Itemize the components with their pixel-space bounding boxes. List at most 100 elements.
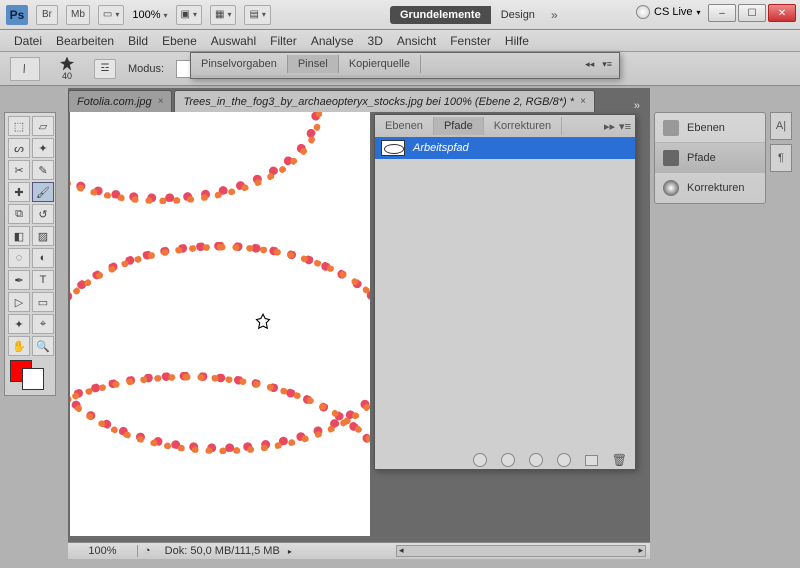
tab-kopierquelle[interactable]: Kopierquelle (339, 55, 421, 73)
new-path-icon[interactable] (585, 455, 598, 466)
doc-tabs-more[interactable]: » (624, 100, 650, 112)
delete-path-icon[interactable]: 🗑 (612, 453, 627, 467)
tool-preset-picker[interactable]: ⁄ (10, 57, 40, 81)
menu-ebene[interactable]: Ebene (162, 34, 197, 48)
dock-korrekturen[interactable]: Korrekturen (655, 173, 765, 203)
brush-shape-icon (60, 57, 74, 71)
tab-pinsel[interactable]: Pinsel (288, 55, 339, 73)
dock-label: Korrekturen (687, 182, 744, 194)
healing-tool[interactable]: ✚ (8, 182, 30, 202)
doc-tab-trees[interactable]: Trees_in_the_fog3_by_archaeopteryx_stock… (174, 90, 594, 112)
workspace-design[interactable]: Design (491, 6, 545, 24)
menu-ansicht[interactable]: Ansicht (397, 34, 436, 48)
history-brush-tool[interactable]: ↺ (32, 204, 54, 224)
maximize-button[interactable]: ☐ (738, 4, 766, 22)
lasso-tool[interactable]: ᔕ (8, 138, 30, 158)
paths-icon (663, 150, 679, 166)
document-size-label: Dok: 50,0 MB/111,5 MB (151, 545, 280, 557)
eyedropper-tool[interactable]: ✎ (32, 160, 54, 180)
eraser-tool[interactable]: ◧ (8, 226, 30, 246)
marquee-tool[interactable]: ▱ (32, 116, 54, 136)
menu-filter[interactable]: Filter (270, 34, 297, 48)
dodge-tool[interactable]: ◐ (32, 248, 54, 268)
tab-pinselvorgaben[interactable]: Pinselvorgaben (191, 55, 288, 73)
close-icon[interactable]: × (158, 96, 164, 107)
dock-label: Ebenen (687, 122, 725, 134)
dock-character-button[interactable]: A| (770, 112, 792, 140)
panel-menu-icon[interactable]: ▾≡ (599, 59, 615, 70)
artwork-garland (70, 112, 322, 204)
menu-bearbeiten[interactable]: Bearbeiten (56, 34, 114, 48)
path-select-tool[interactable]: ▷ (8, 292, 30, 312)
dock-paragraph-button[interactable]: ¶ (770, 144, 792, 172)
minibridge-button[interactable]: Mb (66, 5, 90, 25)
layout-dropdown[interactable]: ▭ (98, 5, 124, 25)
doc-tab-fotolia[interactable]: Fotolia.com.jpg× (68, 90, 172, 112)
selection-from-path-icon[interactable] (529, 453, 543, 467)
gradient-tool[interactable]: ▨ (32, 226, 54, 246)
menu-datei[interactable]: Datei (14, 34, 42, 48)
menubar: Datei Bearbeiten Bild Ebene Auswahl Filt… (0, 30, 800, 52)
workspace-grundelemente[interactable]: Grundelemente (390, 6, 491, 24)
path-row-arbeitspfad[interactable]: Arbeitspfad (375, 137, 635, 159)
path-from-selection-icon[interactable] (557, 453, 571, 467)
paths-panel: Ebenen Pfade Korrekturen ▸▸ ▾≡ Arbeitspfa… (374, 114, 636, 470)
pen-tool[interactable]: ✒ (8, 270, 30, 290)
status-menu-icon[interactable]: ▸ (288, 547, 292, 556)
menu-hilfe[interactable]: Hilfe (505, 34, 529, 48)
color-swatches[interactable] (8, 358, 54, 392)
camera-tool[interactable]: ⌖ (32, 314, 54, 334)
menu-3d[interactable]: 3D (368, 34, 383, 48)
quick-select-tool[interactable]: ✦ (32, 138, 54, 158)
move-tool[interactable]: ⬚ (8, 116, 30, 136)
zoom-dropdown[interactable]: 100% (132, 9, 167, 21)
close-icon[interactable]: × (580, 96, 586, 107)
3d-tool[interactable]: ✦ (8, 314, 30, 334)
tab-korrekturen[interactable]: Korrekturen (484, 117, 562, 135)
screen-mode-dropdown[interactable]: ▣ (176, 5, 202, 25)
stroke-path-icon[interactable] (501, 453, 515, 467)
menu-bild[interactable]: Bild (128, 34, 148, 48)
brush-tool[interactable]: 🖌 (32, 182, 54, 202)
menu-analyse[interactable]: Analyse (311, 34, 354, 48)
dock-pfade[interactable]: Pfade (655, 143, 765, 173)
shape-tool[interactable]: ▭ (32, 292, 54, 312)
right-dock: Ebenen Pfade Korrekturen A| ¶ (654, 112, 796, 204)
zoom-tool[interactable]: 🔍 (32, 336, 54, 356)
panel-collapse-icon[interactable]: ▸▸ (604, 120, 615, 133)
tab-ebenen[interactable]: Ebenen (375, 117, 434, 135)
workspace-more[interactable]: » (545, 5, 564, 25)
close-button[interactable]: ✕ (768, 4, 796, 22)
background-color[interactable] (22, 368, 44, 390)
adjustments-icon (663, 180, 679, 196)
brush-panel-toggle[interactable]: ☲ (94, 59, 116, 79)
paths-panel-footer: 🗑 (375, 449, 635, 471)
bridge-button[interactable]: Br (36, 5, 58, 25)
dock-ebenen[interactable]: Ebenen (655, 113, 765, 143)
layers-icon (663, 120, 679, 136)
path-name: Arbeitspfad (413, 142, 469, 154)
minimize-button[interactable]: – (708, 4, 736, 22)
status-bar: 100% ◔ Dok: 50,0 MB/111,5 MB ▸ (68, 542, 650, 559)
tab-pfade[interactable]: Pfade (434, 117, 484, 135)
cslive[interactable]: CS Live ▾ (636, 5, 701, 19)
canvas[interactable] (70, 112, 370, 536)
panel-collapse-icon[interactable]: ◂◂ (582, 59, 597, 70)
horizontal-scrollbar[interactable] (396, 545, 646, 557)
arrange-dropdown[interactable]: ▤ (244, 5, 270, 25)
titlebar: Ps Br Mb ▭ 100% ▣ ▦ ▤ Grundelemente Desi… (0, 0, 800, 30)
menu-fenster[interactable]: Fenster (450, 34, 491, 48)
menu-auswahl[interactable]: Auswahl (211, 34, 256, 48)
brush-preview[interactable]: 40 (52, 56, 82, 82)
blur-tool[interactable]: ◌ (8, 248, 30, 268)
type-tool[interactable]: T (32, 270, 54, 290)
hand-tool[interactable]: ✋ (8, 336, 30, 356)
stamp-tool[interactable]: ⧉ (8, 204, 30, 224)
workspace-switcher: Grundelemente Design » (390, 4, 564, 26)
zoom-field[interactable]: 100% (68, 545, 138, 557)
panel-menu-icon[interactable]: ▾≡ (619, 120, 631, 133)
ps-logo-icon: Ps (6, 5, 28, 25)
crop-tool[interactable]: ✂ (8, 160, 30, 180)
fill-path-icon[interactable] (473, 453, 487, 467)
extras-dropdown[interactable]: ▦ (210, 5, 236, 25)
